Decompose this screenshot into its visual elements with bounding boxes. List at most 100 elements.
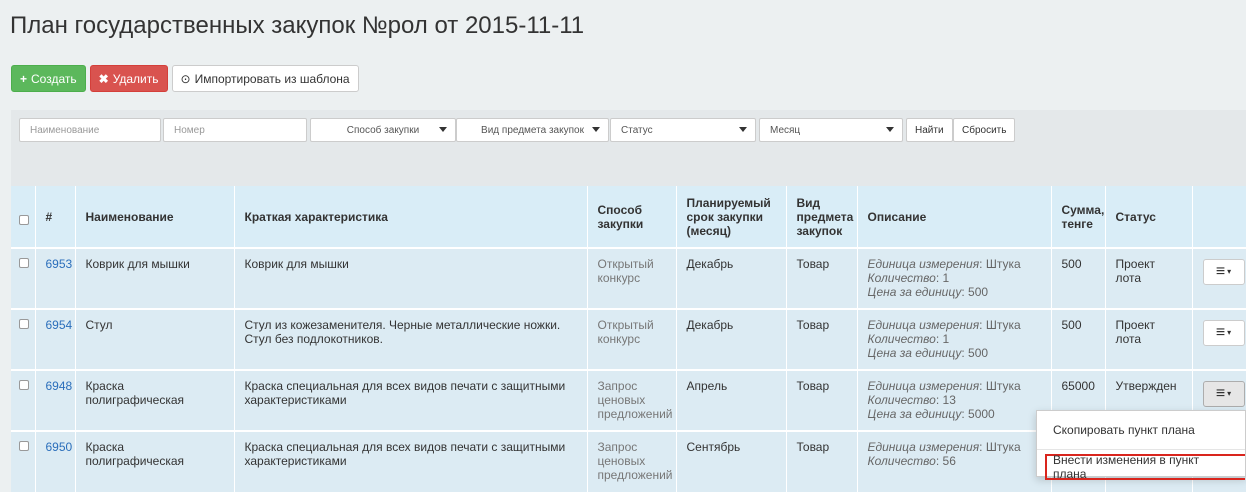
number-filter-input[interactable]: Номер [163,118,307,142]
qty-label: Количество [867,393,936,407]
col-number[interactable]: # [35,186,76,248]
chevron-down-icon [439,127,447,132]
row-checkbox[interactable] [19,380,29,390]
row-check-cell [11,430,36,492]
col-sum[interactable]: Сумма, тенге [1051,186,1106,248]
row-actions-button[interactable]: ≡ ▾ [1202,259,1245,285]
unit-value: Штука [985,440,1021,454]
caret-down-icon: ▾ [1227,267,1232,276]
caret-down-icon: ▾ [1227,328,1232,337]
row-subject: Товар [786,430,858,492]
filter-bar: Наименование Номер Способ закупки Вид пр… [11,110,1246,150]
import-template-button[interactable]: ⊙ Импортировать из шаблона [171,65,359,92]
qty-label: Количество [867,271,936,285]
row-short: Стул из кожезаменителя. Черные металличе… [234,308,588,370]
table-row: 6954 Стул Стул из кожезаменителя. Черные… [11,308,1246,370]
row-name: Стул [75,308,235,370]
row-method: Запрос ценовых предложений [587,369,677,431]
row-id-link[interactable]: 6953 [35,247,76,309]
col-subject[interactable]: Вид предмета закупок [786,186,858,248]
chevron-down-icon [739,127,747,132]
qty-value: 13 [942,393,956,407]
toolbar: + Создать ✖ Удалить ⊙ Импортировать из ш… [11,65,359,92]
row-checkbox[interactable] [19,441,29,451]
row-short: Краска специальная для всех видов печати… [234,430,588,492]
unit-label: Единица измерения [867,379,980,393]
row-id-link[interactable]: 6948 [35,369,76,431]
col-status[interactable]: Статус [1105,186,1193,248]
number-filter-placeholder: Номер [174,124,205,136]
row-desc: Единица измерения: Штука Количество: 1 Ц… [857,247,1052,309]
row-method: Открытый конкурс [587,247,677,309]
row-actions-button[interactable]: ≡ ▾ [1202,381,1245,407]
unit-value: Штука [985,379,1021,393]
row-actions-button[interactable]: ≡ ▾ [1202,320,1245,346]
table-header-row: # Наименование Краткая характеристика Сп… [11,186,1246,248]
row-id-link[interactable]: 6950 [35,430,76,492]
price-label: Цена за единицу [867,407,962,421]
unit-label: Единица измерения [867,257,980,271]
upload-icon: ⊙ [180,71,191,86]
row-month: Сентябрь [676,430,787,492]
status-select[interactable]: Статус [610,118,756,142]
row-desc: Единица измерения: Штука Количество: 1 Ц… [857,308,1052,370]
row-short: Коврик для мышки [234,247,588,309]
month-select[interactable]: Месяц [759,118,903,142]
unit-label: Единица измерения [867,440,980,454]
select-all-checkbox[interactable] [19,214,29,225]
col-name[interactable]: Наименование [75,186,235,248]
row-subject: Товар [786,369,858,431]
qty-label: Количество [867,454,936,468]
qty-value: 1 [942,271,950,285]
method-select-label: Способ закупки [346,124,420,136]
create-button[interactable]: + Создать [11,65,86,92]
reset-button[interactable]: Сбросить [953,118,1016,142]
row-name: Краска полиграфическая [75,430,235,492]
delete-button[interactable]: ✖ Удалить [89,65,168,92]
row-checkbox[interactable] [19,319,29,329]
price-value: 500 [968,285,989,299]
row-subject: Товар [786,247,858,309]
unit-value: Штука [985,318,1021,332]
col-actions [1192,186,1246,248]
subject-select-label: Вид предмета закупок [481,124,584,136]
row-check-cell [11,369,36,431]
row-sum: 500 [1051,247,1106,309]
row-subject: Товар [786,308,858,370]
copy-plan-item[interactable]: Скопировать пункт плана [1037,415,1245,445]
row-check-cell [11,308,36,370]
select-all-cell [11,186,36,248]
row-id-link[interactable]: 6954 [35,308,76,370]
find-button[interactable]: Найти [906,118,953,142]
row-status: Проект лота [1105,247,1193,309]
row-status: Проект лота [1105,308,1193,370]
col-short[interactable]: Краткая характеристика [234,186,588,248]
page-title: План государственных закупок №рол от 201… [10,12,585,39]
subject-select[interactable]: Вид предмета закупок [456,118,609,142]
caret-down-icon: ▾ [1227,389,1232,398]
row-desc: Единица измерения: Штука Количество: 13 … [857,369,1052,431]
menu-icon: ≡ [1215,324,1226,341]
row-checkbox[interactable] [19,258,29,268]
name-filter-input[interactable]: Наименование [19,118,161,142]
price-value: 5000 [968,407,995,421]
col-desc[interactable]: Описание [857,186,1052,248]
edit-plan-item[interactable]: Внести изменения в пункт плана [1045,453,1245,481]
find-label: Найти [915,124,944,136]
chevron-down-icon [886,127,894,132]
col-month[interactable]: Планируемый срок закупки (месяц) [676,186,787,248]
menu-icon: ≡ [1215,263,1226,280]
reset-label: Сбросить [962,124,1007,136]
row-actions-menu: Скопировать пункт плана Внести изменения… [1036,410,1246,481]
status-select-label: Статус [621,124,653,136]
col-method[interactable]: Способ закупки [587,186,677,248]
row-method: Запрос ценовых предложений [587,430,677,492]
row-actions-cell: ≡ ▾ [1192,308,1246,370]
row-name: Коврик для мышки [75,247,235,309]
menu-icon: ≡ [1215,385,1226,402]
unit-value: Штука [985,257,1021,271]
row-month: Апрель [676,369,787,431]
filter-strip [11,150,1246,186]
unit-label: Единица измерения [867,318,980,332]
method-select[interactable]: Способ закупки [310,118,456,142]
